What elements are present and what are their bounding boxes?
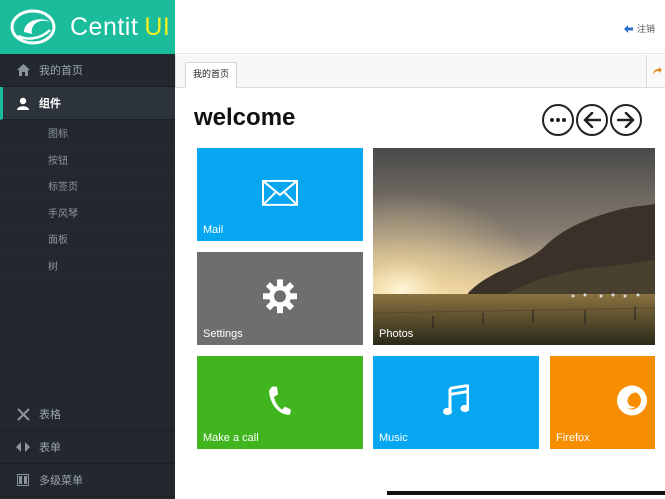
sidebar-subitem-accordion[interactable]: 手风琴 (0, 199, 175, 226)
sidebar-subitem-panel[interactable]: 面板 (0, 226, 175, 253)
columns-icon (16, 473, 30, 487)
sidebar-bottom-nav: 表格 表单 多级菜单 (0, 398, 175, 497)
tile-make-a-call[interactable]: Make a call (197, 356, 363, 449)
sidebar-item-label: 表格 (39, 408, 61, 421)
sidebar-item-label: 组件 (39, 97, 61, 110)
refresh-icon (652, 66, 662, 75)
tab-refresh-button[interactable] (646, 55, 665, 87)
tile-label: Firefox (556, 432, 590, 444)
tab-bar: 我的首页 (175, 55, 665, 88)
page-title: welcome (194, 104, 296, 131)
mail-icon (262, 179, 298, 206)
brand-suffix: UI (144, 12, 171, 41)
more-button[interactable] (542, 104, 574, 136)
sidebar: Centit UI 我的首页 组件 图标 按钮 标签页 手风琴 面板 树 表格 … (0, 0, 175, 499)
sidebar-item-label: 我的首页 (39, 64, 83, 77)
sidebar-item-multilevel-menu[interactable]: 多级菜单 (0, 464, 175, 497)
sidebar-subitem-buttons[interactable]: 按钮 (0, 146, 175, 173)
arrows-icon (16, 440, 30, 454)
brand-logo-icon (10, 9, 56, 45)
horizontal-scrollbar[interactable] (387, 491, 665, 495)
tile-label: Photos (379, 328, 414, 340)
sidebar-subitem-tabs[interactable]: 标签页 (0, 173, 175, 200)
arrow-right-icon (617, 112, 635, 128)
sidebar-item-label: 多级菜单 (39, 474, 83, 487)
sidebar-subitem-tree[interactable]: 树 (0, 252, 175, 279)
tile-label: Music (379, 432, 408, 444)
main-content: welcome Mail Settings Photos Make a call… (175, 88, 665, 499)
tile-label: Settings (203, 328, 243, 340)
logout-label: 注销 (636, 25, 655, 35)
tile-settings[interactable]: Settings (197, 252, 363, 345)
back-button[interactable] (576, 104, 608, 136)
brand-name: Centit UI (70, 13, 170, 42)
firefox-icon (617, 384, 647, 415)
sidebar-item-label: 表单 (39, 441, 61, 454)
more-icon (550, 118, 566, 122)
music-icon (443, 383, 469, 415)
tile-photos[interactable]: Photos (373, 148, 655, 345)
tile-mail[interactable]: Mail (197, 148, 363, 241)
sidebar-item-form[interactable]: 表单 (0, 431, 175, 464)
gear-icon (263, 278, 297, 313)
tile-music[interactable]: Music (373, 356, 539, 449)
sidebar-subitem-icons[interactable]: 图标 (0, 120, 175, 147)
home-icon (16, 63, 30, 77)
forward-button[interactable] (610, 104, 642, 136)
phone-icon (269, 386, 291, 415)
brand-logo[interactable]: Centit UI (0, 0, 175, 54)
wrench-icon (16, 407, 30, 421)
logout-button[interactable]: 注销 (623, 22, 655, 35)
tab-home[interactable]: 我的首页 (185, 62, 238, 88)
arrow-left-icon (583, 112, 601, 128)
logout-icon (623, 24, 633, 33)
landscape-photo (373, 148, 655, 345)
user-icon (16, 96, 30, 110)
tile-label: Make a call (203, 432, 259, 444)
top-bar: 注销 (175, 0, 665, 54)
sidebar-item-components[interactable]: 组件 (0, 87, 175, 120)
tile-firefox[interactable]: Firefox (550, 356, 655, 449)
sidebar-item-home[interactable]: 我的首页 (0, 54, 175, 87)
tile-label: Mail (203, 224, 224, 236)
sidebar-item-table[interactable]: 表格 (0, 398, 175, 431)
brand-name-text: Centit (70, 12, 139, 41)
